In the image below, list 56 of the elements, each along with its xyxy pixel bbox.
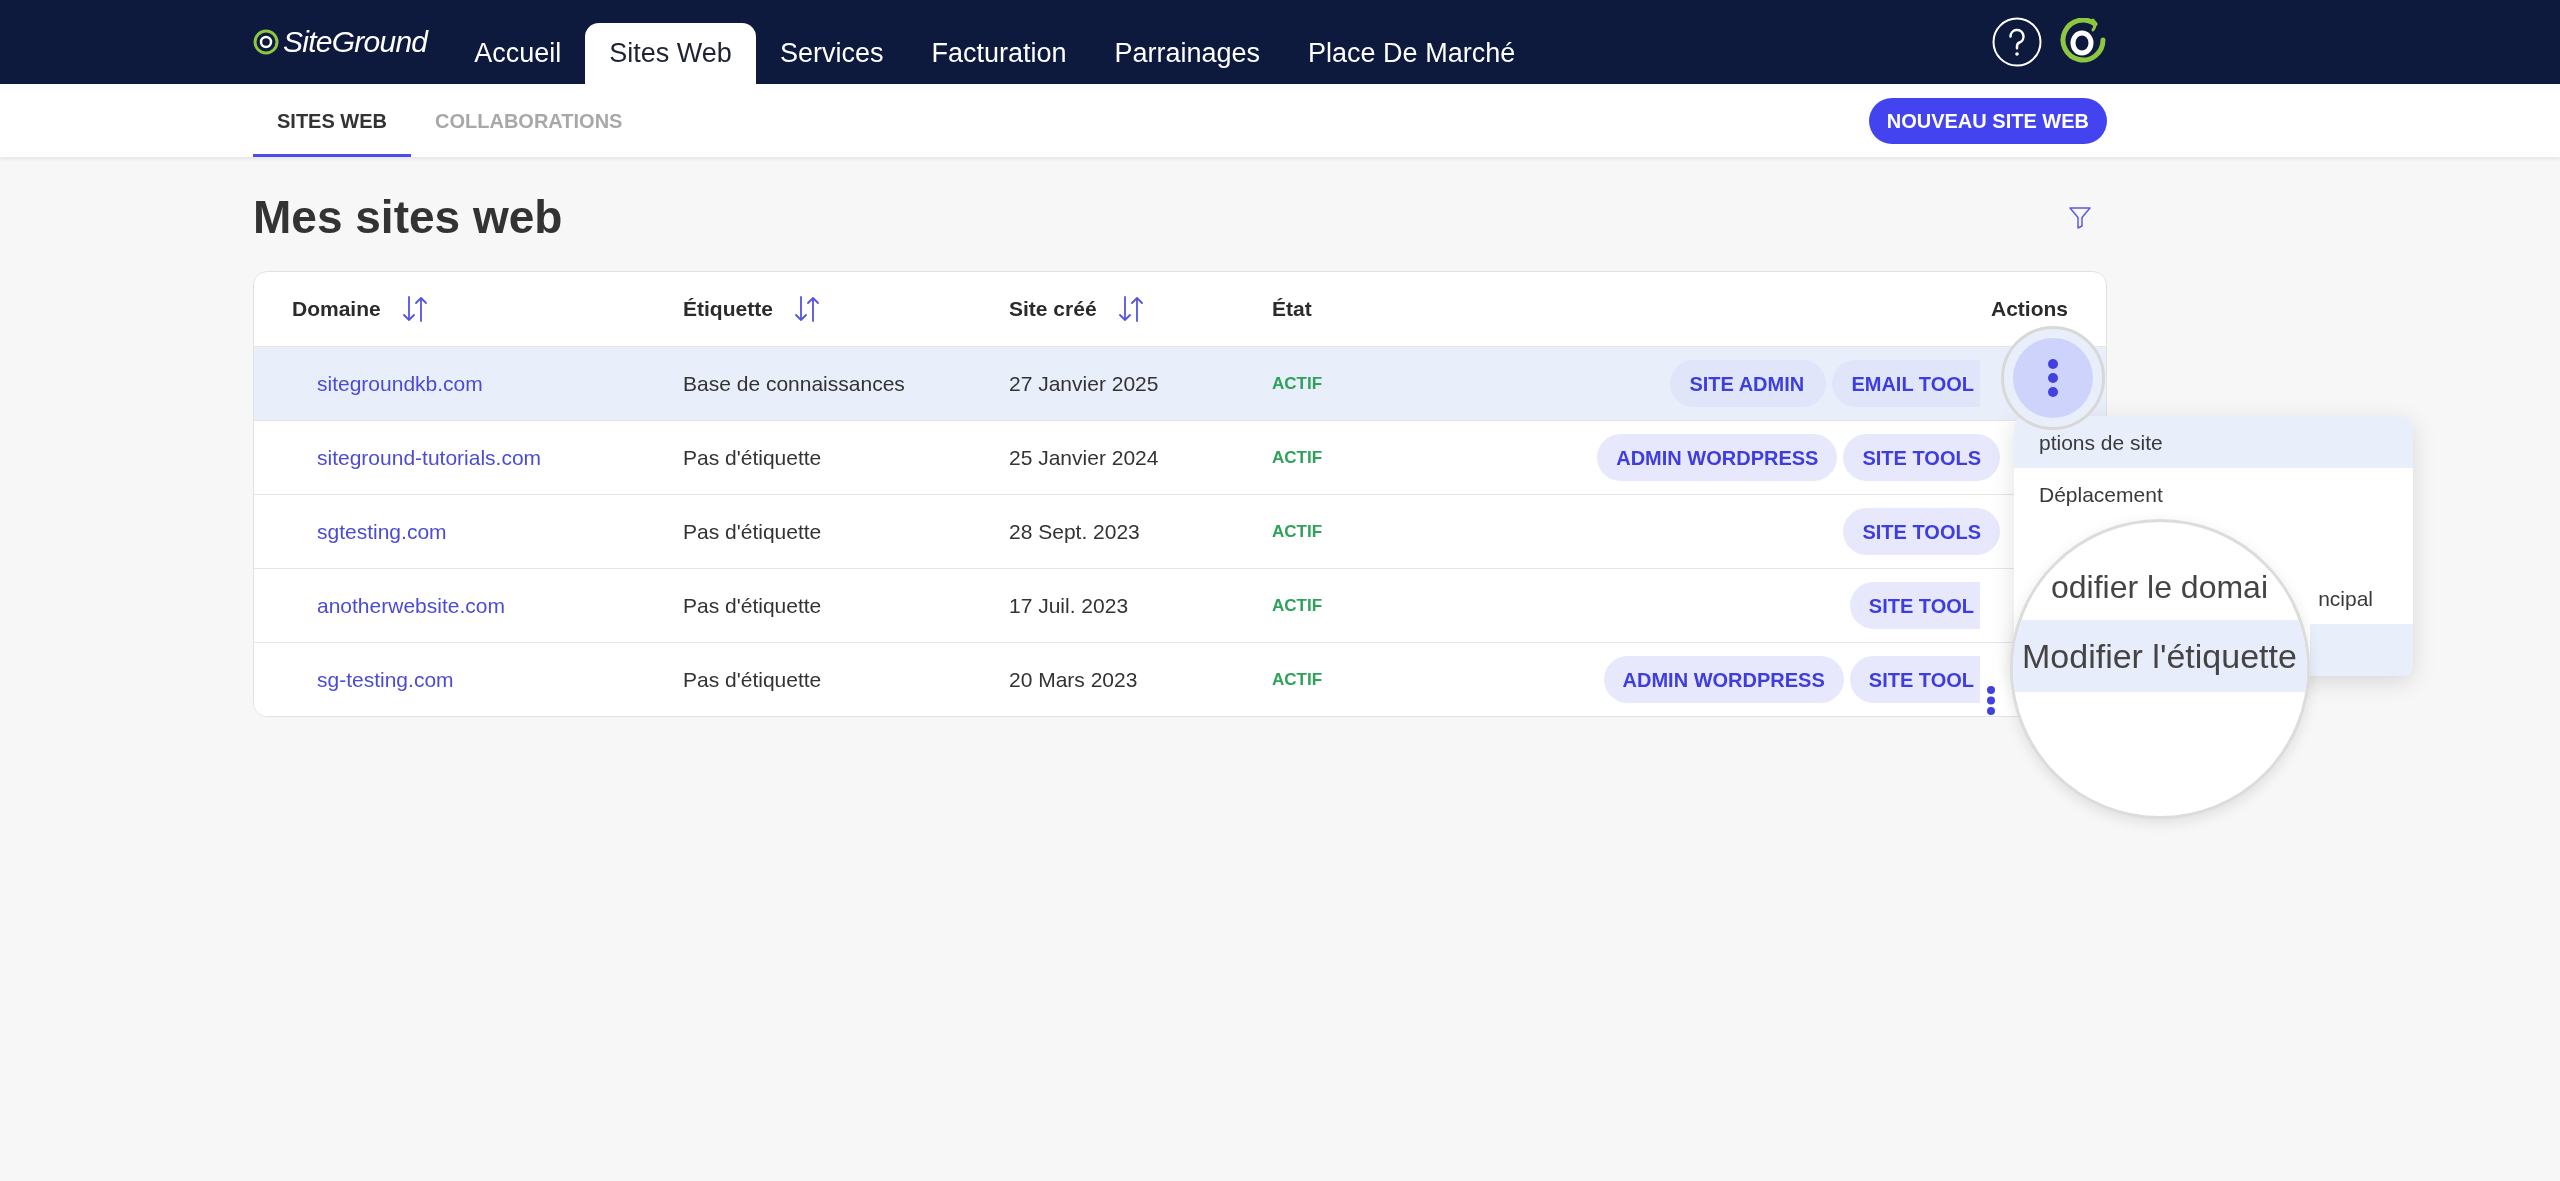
domain-link[interactable]: sgtesting.com	[317, 519, 447, 543]
status-label: ACTIF	[1272, 373, 1323, 393]
domain-link[interactable]: sg-testing.com	[317, 667, 454, 691]
page-title: Mes sites web	[253, 190, 563, 245]
tag-text: Pas d'étiquette	[683, 667, 822, 691]
action-button[interactable]: ADMIN WORDPRESS	[1597, 434, 1838, 481]
created-date: 25 Janvier 2024	[1009, 445, 1159, 469]
status-label: ACTIF	[1272, 669, 1323, 689]
menu-item[interactable]: Déplacement	[2014, 468, 2413, 520]
action-button[interactable]: EMAIL TOOL	[1832, 360, 1980, 407]
kebab-icon	[1987, 686, 1995, 715]
action-button[interactable]: SITE TOOL	[1849, 582, 1980, 629]
kebab-icon	[2048, 359, 2058, 397]
nav-tab[interactable]: Parrainages	[1090, 23, 1285, 84]
tag-text: Pas d'étiquette	[683, 445, 822, 469]
nav-tab[interactable]: Facturation	[907, 23, 1091, 84]
domain-link[interactable]: sitegroundkb.com	[317, 371, 483, 395]
created-date: 28 Sept. 2023	[1009, 519, 1140, 543]
tag-text: Base de connaissances	[683, 371, 905, 395]
logo-text: SiteGround	[283, 27, 428, 57]
nav-tab[interactable]: Accueil	[450, 23, 586, 84]
domain-link[interactable]: anotherwebsite.com	[317, 593, 505, 617]
action-button[interactable]: SITE TOOLS	[1843, 434, 2000, 481]
domain-link[interactable]: siteground-tutorials.com	[317, 445, 542, 469]
created-date: 20 Mars 2023	[1009, 667, 1138, 691]
sort-icon[interactable]	[402, 296, 427, 322]
action-button[interactable]: SITE TOOLS	[1843, 508, 2000, 555]
sort-icon[interactable]	[1118, 296, 1143, 322]
nav-tab[interactable]: Services	[755, 23, 908, 84]
column-header: Domaine	[292, 296, 381, 323]
column-header: Site créé	[1009, 296, 1097, 323]
menu-item[interactable]: ptions de site	[2014, 416, 2413, 468]
ring-logo-icon[interactable]	[2059, 18, 2107, 66]
status-label: ACTIF	[1272, 521, 1323, 541]
action-button[interactable]: ADMIN WORDPRESS	[1603, 656, 1844, 703]
sort-icon[interactable]	[794, 296, 819, 322]
filter-icon[interactable]	[2069, 206, 2091, 229]
menu-item[interactable]: Modifier l'étiquette	[2013, 620, 2307, 692]
action-button[interactable]: SITE TOOL	[1849, 656, 1980, 703]
sub-nav-tab[interactable]: SITES WEB	[253, 84, 411, 157]
created-date: 27 Janvier 2025	[1009, 371, 1159, 395]
column-header: Actions	[1991, 296, 2068, 323]
nav-tab[interactable]: Place De Marché	[1284, 23, 1540, 84]
column-header: État	[1272, 296, 1312, 323]
created-date: 17 Juil. 2023	[1009, 593, 1129, 617]
help-icon[interactable]	[1992, 17, 2042, 67]
status-label: ACTIF	[1272, 595, 1323, 615]
new-site-button[interactable]: NOUVEAU SITE WEB	[1868, 97, 2107, 144]
logo-icon	[253, 29, 279, 55]
nav-tab[interactable]: Sites Web	[585, 23, 756, 84]
action-button[interactable]: SITE ADMIN	[1670, 360, 1827, 407]
tag-text: Pas d'étiquette	[683, 593, 822, 617]
status-label: ACTIF	[1272, 447, 1323, 467]
more-options-button[interactable]	[2013, 338, 2093, 418]
column-header: Étiquette	[683, 296, 773, 323]
tag-text: Pas d'étiquette	[683, 519, 822, 543]
